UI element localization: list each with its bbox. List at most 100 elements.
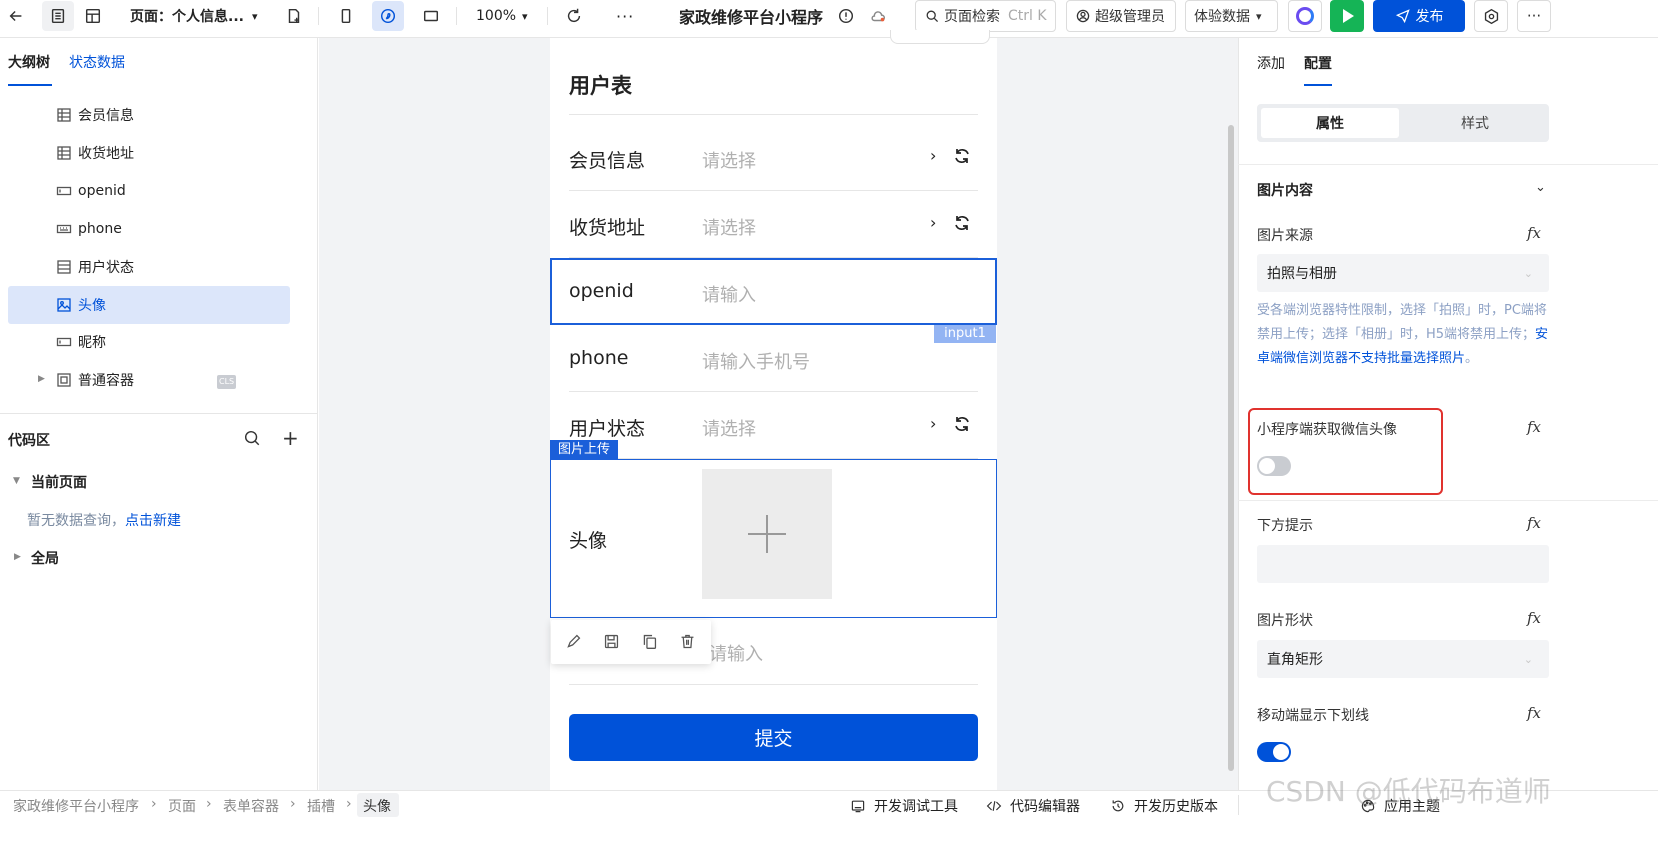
tree-item-label: phone — [78, 221, 122, 237]
field-row-openid[interactable]: openid 请输入 — [569, 258, 978, 325]
dev-tools-label: 开发调试工具 — [874, 799, 958, 815]
run-preview-button[interactable] — [1330, 0, 1364, 32]
refresh-icon[interactable] — [952, 414, 972, 438]
refresh-icon[interactable] — [558, 1, 590, 31]
search-icon[interactable] — [243, 429, 261, 451]
dev-tools-button[interactable]: 开发调试工具 — [850, 796, 958, 816]
field-row-phone[interactable]: phone 请输入手机号 — [569, 325, 978, 392]
field-row-member-info[interactable]: 会员信息 请选择 › — [569, 124, 978, 191]
fx-icon[interactable]: fx — [1527, 224, 1541, 242]
create-query-link[interactable]: 点击新建 — [125, 513, 181, 529]
canvas-scrollbar[interactable] — [1228, 125, 1234, 771]
page-search-button[interactable]: 页面检索 Ctrl K — [915, 0, 1056, 32]
field-row-address[interactable]: 收货地址 请选择 › — [569, 191, 978, 258]
tree-item-openid[interactable]: openid — [56, 180, 126, 202]
caret-down-icon[interactable]: ▼ — [13, 476, 20, 486]
fx-icon[interactable]: fx — [1527, 609, 1541, 627]
image-shape-select[interactable]: 直角矩形 ⌄ — [1257, 640, 1549, 678]
publish-button[interactable]: 发布 — [1373, 0, 1465, 32]
form-title: 用户表 — [569, 74, 632, 98]
code-editor-button[interactable]: 代码编辑器 — [986, 796, 1080, 816]
user-menu-button[interactable]: 超级管理员 — [1066, 0, 1176, 32]
save-icon[interactable] — [603, 633, 620, 654]
fx-icon[interactable]: fx — [1527, 418, 1541, 436]
tree-item-member-info[interactable]: 会员信息 — [56, 104, 134, 126]
cloud-sync-icon[interactable] — [862, 1, 894, 31]
tree-item-nickname[interactable]: 昵称 — [56, 331, 106, 353]
field-label: openid — [569, 280, 634, 302]
tree-item-container[interactable]: 普通容器 — [56, 369, 134, 391]
wechat-avatar-toggle[interactable] — [1257, 456, 1291, 476]
history-button[interactable]: 开发历史版本 — [1110, 796, 1218, 816]
tab-add[interactable]: 添加 — [1257, 53, 1285, 73]
image-source-select[interactable]: 拍照与相册 ⌄ — [1257, 254, 1549, 292]
input-icon — [56, 334, 78, 350]
edit-icon[interactable] — [565, 633, 582, 654]
info-icon[interactable] — [830, 1, 862, 31]
mobile-view-icon[interactable] — [330, 1, 362, 31]
back-arrow-icon[interactable] — [0, 1, 32, 31]
breadcrumb-current[interactable]: 头像 — [363, 796, 391, 816]
fx-icon[interactable]: fx — [1527, 514, 1541, 532]
more-options-icon[interactable]: ··· — [1517, 0, 1551, 32]
tab-config[interactable]: 配置 — [1304, 53, 1332, 73]
tab-state-data[interactable]: 状态数据 — [69, 52, 125, 72]
send-icon — [1395, 8, 1411, 24]
breadcrumb-separator: › — [151, 796, 157, 812]
empty-query-text: 暂无数据查询，点击新建 — [27, 510, 181, 530]
settings-icon[interactable] — [1474, 0, 1508, 32]
current-page-node[interactable]: 当前页面 — [31, 472, 87, 492]
fx-icon[interactable]: fx — [1527, 704, 1541, 722]
layout-view-icon[interactable] — [77, 1, 109, 31]
ai-assistant-icon[interactable] — [1288, 0, 1322, 32]
divider — [1238, 795, 1239, 815]
copy-icon[interactable] — [641, 633, 658, 654]
data-mode-selector[interactable]: 体验数据 ▾ — [1185, 0, 1278, 32]
bottom-hint-input[interactable] — [1257, 545, 1549, 583]
breadcrumb-page[interactable]: 页面 — [168, 796, 196, 816]
dev-tools-icon — [851, 800, 865, 813]
field-row-user-status[interactable]: 用户状态 请选择 › — [569, 392, 978, 459]
caret-right-icon[interactable]: ▶ — [38, 374, 45, 384]
zoom-selector[interactable]: 100% ▾ — [476, 0, 528, 32]
delete-icon[interactable] — [679, 633, 696, 654]
breadcrumb-app[interactable]: 家政维修平台小程序 — [13, 796, 139, 816]
caret-right-icon[interactable]: ▶ — [14, 552, 21, 562]
hint-end: 。 — [1465, 351, 1479, 366]
tab-outline-tree[interactable]: 大纲树 — [8, 52, 50, 72]
page-selector[interactable]: 页面：个人信息... ▾ — [130, 0, 258, 32]
miniprogram-view-icon[interactable] — [372, 1, 404, 31]
segment-styles[interactable]: 样式 — [1405, 108, 1545, 138]
chevron-down-icon[interactable]: ⌄ — [1535, 180, 1546, 195]
more-menu-icon[interactable]: ··· — [616, 0, 634, 32]
field-placeholder: 请输入 — [702, 285, 756, 306]
segment-properties[interactable]: 属性 — [1261, 108, 1399, 138]
tree-item-user-status[interactable]: 用户状态 — [56, 256, 134, 278]
tree-item-phone[interactable]: phone — [56, 218, 122, 240]
breadcrumb-slot[interactable]: 插槽 — [307, 796, 335, 816]
refresh-icon[interactable] — [952, 146, 972, 170]
tree-item-address[interactable]: 收货地址 — [56, 142, 134, 164]
add-icon[interactable]: + — [282, 426, 299, 450]
outline-view-icon[interactable] — [42, 1, 74, 31]
underline-toggle[interactable] — [1257, 742, 1291, 762]
field-placeholder: 请输入 — [709, 644, 763, 665]
breadcrumb-separator: › — [290, 796, 296, 812]
image-upload-box[interactable] — [702, 469, 832, 599]
refresh-icon[interactable] — [952, 213, 972, 237]
field-label: 头像 — [569, 530, 608, 552]
submit-button[interactable]: 提交 — [569, 714, 978, 761]
field-row-avatar[interactable]: 头像 — [550, 459, 997, 618]
data-mode-label: 体验数据 — [1194, 9, 1250, 25]
history-label: 开发历史版本 — [1134, 799, 1218, 815]
section-title: 图片内容 — [1257, 183, 1313, 199]
page-label: 页面：个人信息... — [130, 9, 244, 25]
field-label: phone — [569, 347, 629, 369]
global-node[interactable]: 全局 — [31, 548, 59, 568]
tree-item-avatar[interactable]: 头像 — [56, 294, 106, 316]
desktop-view-icon[interactable] — [415, 1, 447, 31]
add-page-icon[interactable] — [278, 1, 310, 31]
active-tab-indicator — [1304, 84, 1332, 86]
divider — [0, 413, 318, 414]
breadcrumb-form[interactable]: 表单容器 — [223, 796, 279, 816]
